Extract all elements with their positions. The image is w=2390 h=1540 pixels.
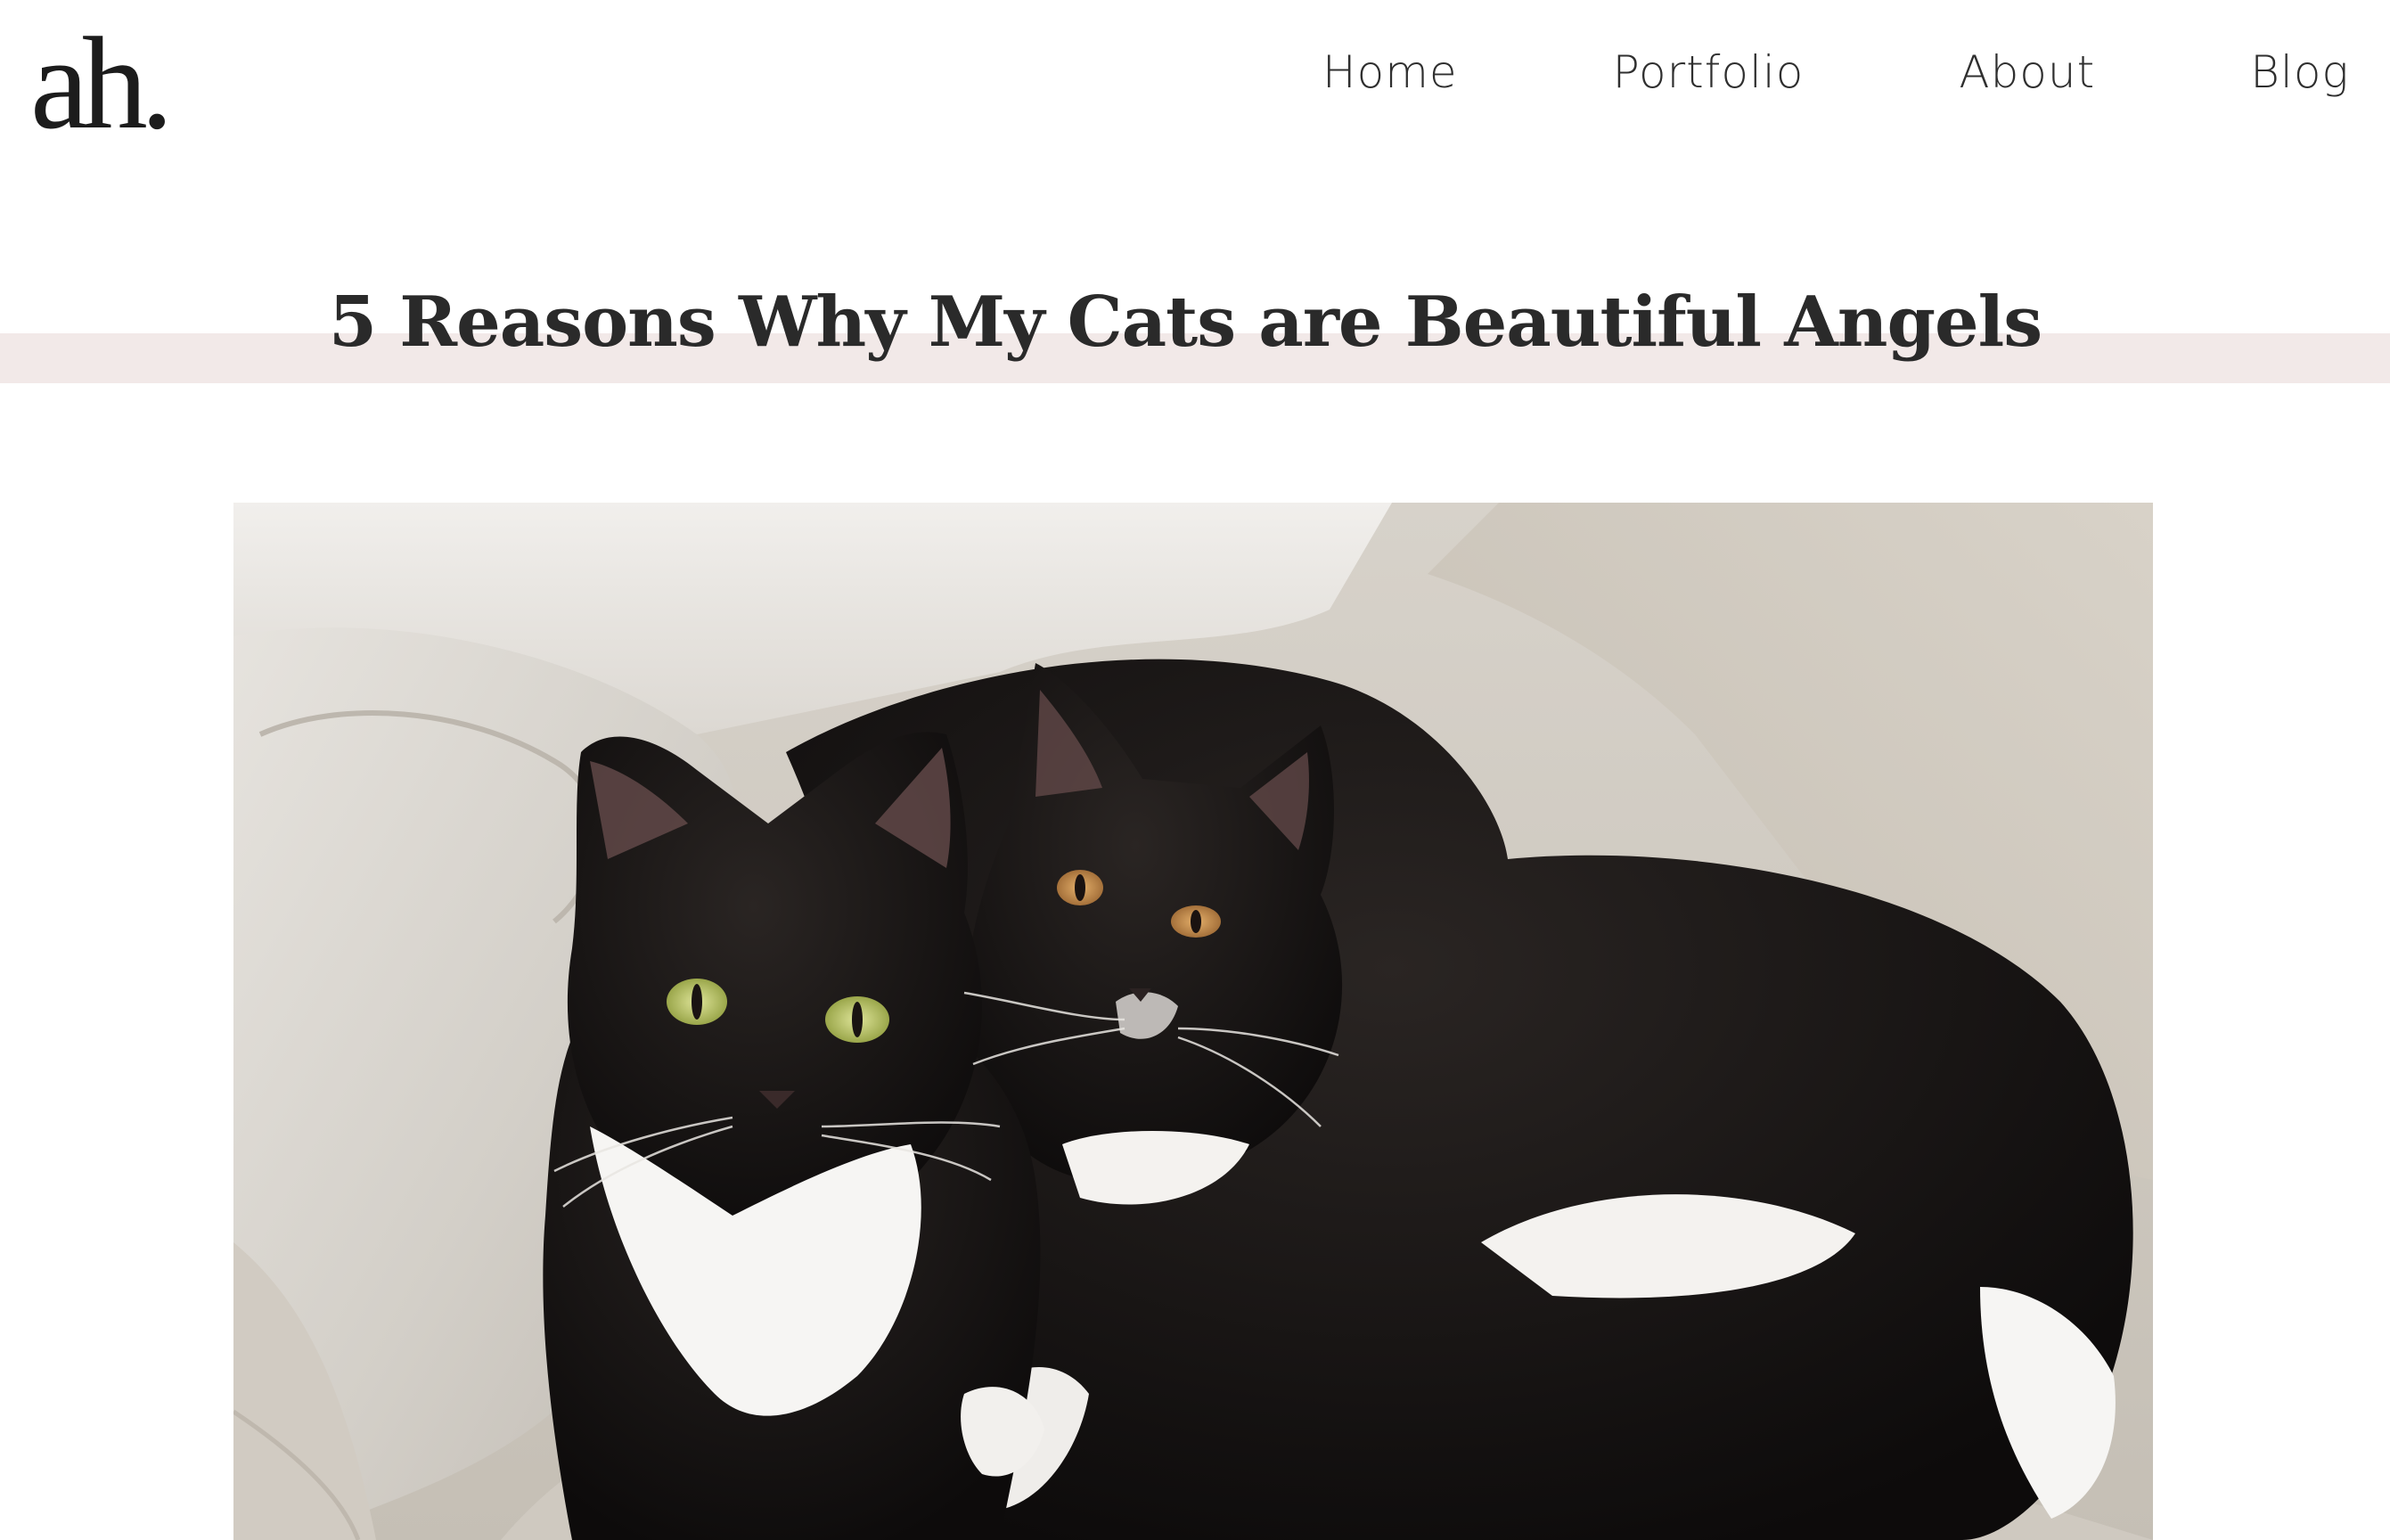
hero-photo — [233, 503, 2153, 1540]
nav-item-home[interactable]: Home — [1322, 50, 1458, 94]
main-nav: Home Portfolio About Blog — [1322, 50, 2349, 94]
post-title: 5 Reasons Why My Cats are Beautiful Ange… — [328, 282, 2042, 363]
nav-item-about[interactable]: About — [1959, 50, 2095, 94]
cats-photo-illustration — [233, 503, 2153, 1540]
site-logo[interactable]: ah. — [30, 7, 174, 150]
nav-item-portfolio[interactable]: Portfolio — [1613, 50, 1805, 94]
nav-item-blog[interactable]: Blog — [2250, 50, 2349, 94]
